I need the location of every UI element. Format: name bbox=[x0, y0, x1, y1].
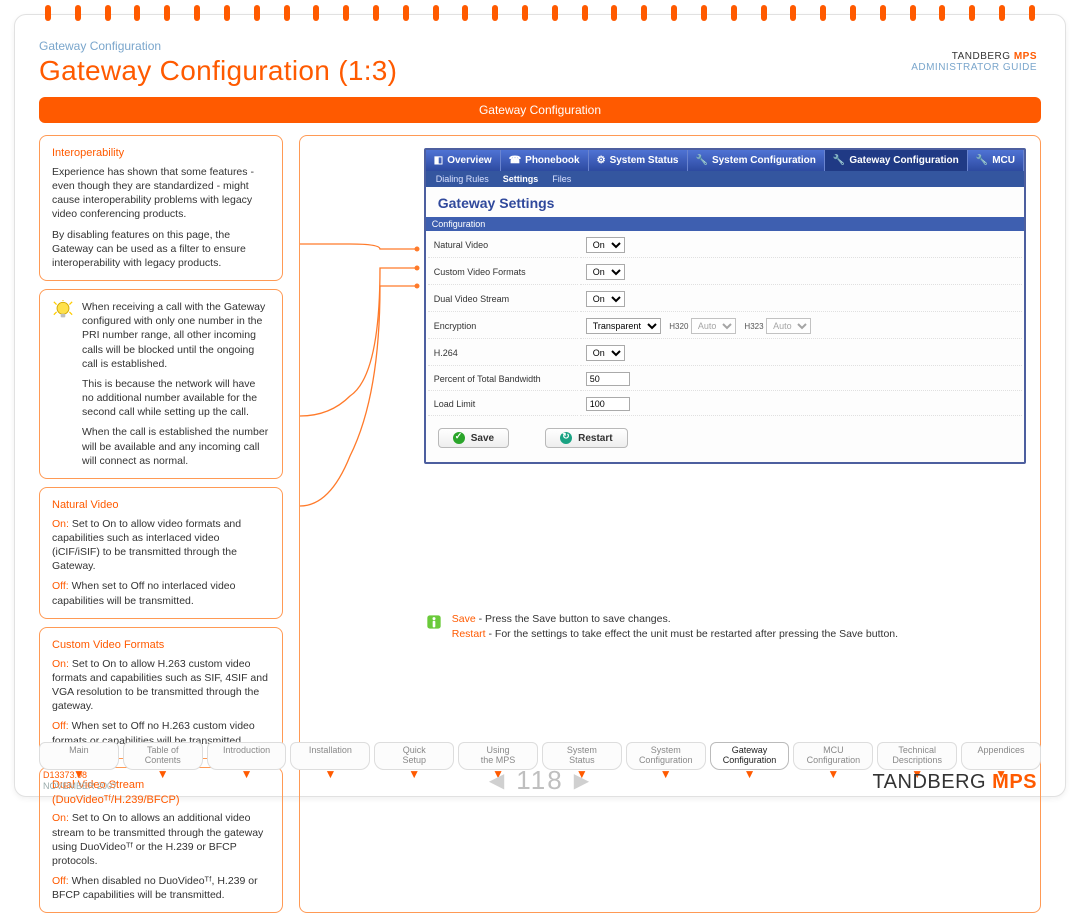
text-block: Off: When set to Off no interlaced video… bbox=[52, 579, 270, 607]
nav-system-config[interactable]: 🔧 System Configuration bbox=[688, 150, 825, 171]
save-icon bbox=[453, 432, 465, 444]
panel-interoperability: Interoperability Experience has shown th… bbox=[39, 135, 283, 281]
heading: Natural Video bbox=[52, 498, 270, 513]
bottom-tab[interactable]: Appendices▼ bbox=[961, 742, 1041, 770]
label: Percent of Total Bandwidth bbox=[428, 368, 578, 391]
panel-tip: When receiving a call with the Gateway c… bbox=[39, 289, 283, 479]
label: Natural Video bbox=[428, 233, 578, 258]
info-icon bbox=[424, 612, 444, 632]
prev-page-icon[interactable]: ◀ bbox=[489, 768, 506, 793]
doc-footer-id: D13373.08 NOVEMBER 2007 bbox=[43, 770, 117, 792]
row-custom-video: Custom Video Formats On bbox=[428, 260, 1022, 285]
label: Custom Video Formats bbox=[428, 260, 578, 285]
row-natural-video: Natural Video On bbox=[428, 233, 1022, 258]
page-number: ◀ 118 ▶ bbox=[489, 765, 591, 796]
ss-sub-nav: Dialing Rules Settings Files bbox=[426, 171, 1024, 187]
bottom-tab[interactable]: MCUConfiguration▼ bbox=[793, 742, 873, 770]
breadcrumb: Gateway Configuration bbox=[39, 39, 1041, 53]
bottom-tab[interactable]: Installation▼ bbox=[290, 742, 370, 770]
ss-title: Gateway Settings bbox=[426, 187, 1024, 217]
right-column: ◧ Overview ☎ Phonebook ⚙ System Status 🔧… bbox=[299, 135, 1041, 913]
label-h320: H320 bbox=[669, 322, 688, 331]
restart-icon bbox=[560, 432, 572, 444]
label: Dual Video Stream bbox=[428, 287, 578, 312]
bottom-tab[interactable]: SystemConfiguration▼ bbox=[626, 742, 706, 770]
subnav-dialing-rules[interactable]: Dialing Rules bbox=[436, 174, 489, 184]
row-h264: H.264 On bbox=[428, 341, 1022, 366]
heading-interoperability: Interoperability bbox=[52, 146, 270, 161]
row-percent-bandwidth: Percent of Total Bandwidth bbox=[428, 368, 1022, 391]
ss-button-row: Save Restart bbox=[426, 418, 1024, 462]
nav-overview[interactable]: ◧ Overview bbox=[426, 150, 501, 171]
page-title: Gateway Configuration (1:3) bbox=[39, 55, 1041, 87]
ss-config-table: Natural Video On Custom Video Formats On… bbox=[426, 231, 1024, 418]
caption-save: Save - Press the Save button to save cha… bbox=[452, 612, 898, 627]
restart-button[interactable]: Restart bbox=[545, 428, 627, 448]
bottom-tab[interactable]: QuickSetup▼ bbox=[374, 742, 454, 770]
body-columns: Interoperability Experience has shown th… bbox=[39, 135, 1041, 913]
label: Load Limit bbox=[428, 393, 578, 416]
select-h323[interactable]: Auto bbox=[766, 318, 811, 334]
nav-gateway-config[interactable]: 🔧 Gateway Configuration bbox=[825, 150, 968, 171]
label: Encryption bbox=[428, 314, 578, 339]
bottom-tab[interactable]: Table ofContents▼ bbox=[123, 742, 203, 770]
text-block: On: Set to On to allow H.263 custom vide… bbox=[52, 657, 270, 714]
caption-restart: Restart - For the settings to take effec… bbox=[452, 627, 898, 642]
select-natural-video[interactable]: On bbox=[586, 237, 625, 253]
select-h320[interactable]: Auto bbox=[691, 318, 736, 334]
brand-footer: TANDBERG MPS bbox=[872, 771, 1037, 794]
bottom-tab[interactable]: Main▼ bbox=[39, 742, 119, 770]
doc-brand-header: TANDBERG MPS ADMINISTRATOR GUIDE bbox=[911, 51, 1037, 73]
heading: Custom Video Formats bbox=[52, 638, 270, 653]
label: H.264 bbox=[428, 341, 578, 366]
nav-mcu[interactable]: 🔧 MCU bbox=[968, 150, 1024, 171]
text-block: When the call is established the number … bbox=[82, 425, 270, 468]
save-button[interactable]: Save bbox=[438, 428, 509, 448]
panel-custom-video: Custom Video Formats On: Set to On to al… bbox=[39, 627, 283, 759]
text-block: This is because the network will have no… bbox=[82, 377, 270, 420]
ss-top-nav: ◧ Overview ☎ Phonebook ⚙ System Status 🔧… bbox=[426, 150, 1024, 171]
row-dual-video: Dual Video Stream On bbox=[428, 287, 1022, 312]
ss-config-header: Configuration bbox=[426, 217, 1024, 231]
panel-natural-video: Natural Video On: Set to On to allow vid… bbox=[39, 487, 283, 619]
input-percent-bandwidth[interactable] bbox=[586, 372, 630, 386]
spiral-binding bbox=[45, 9, 1035, 25]
text-block: When receiving a call with the Gateway c… bbox=[82, 300, 270, 371]
text-block: On: Set to On to allow video formats and… bbox=[52, 517, 270, 574]
text-block: Experience has shown that some features … bbox=[52, 165, 270, 222]
subnav-files[interactable]: Files bbox=[552, 174, 571, 184]
select-h264[interactable]: On bbox=[586, 345, 625, 361]
row-encryption: Encryption Transparent H320 Auto H323 Au… bbox=[428, 314, 1022, 339]
row-load-limit: Load Limit bbox=[428, 393, 1022, 416]
left-column: Interoperability Experience has shown th… bbox=[39, 135, 283, 913]
select-custom-video[interactable]: On bbox=[586, 264, 625, 280]
select-dual-video[interactable]: On bbox=[586, 291, 625, 307]
nav-system-status[interactable]: ⚙ System Status bbox=[589, 150, 688, 171]
text-block: By disabling features on this page, the … bbox=[52, 228, 270, 271]
bottom-tab[interactable]: TechnicalDescriptions▼ bbox=[877, 742, 957, 770]
text-block: Off: When disabled no DuoVideoᵀᶠ, H.239 … bbox=[52, 874, 270, 902]
subnav-settings[interactable]: Settings bbox=[503, 174, 539, 184]
select-encryption[interactable]: Transparent bbox=[586, 318, 661, 334]
bottom-tab[interactable]: GatewayConfiguration▼ bbox=[710, 742, 790, 770]
text-block: On: Set to On to allows an additional vi… bbox=[52, 811, 270, 868]
lightbulb-icon bbox=[52, 300, 74, 322]
section-bar: Gateway Configuration bbox=[39, 97, 1041, 123]
gateway-settings-screenshot: ◧ Overview ☎ Phonebook ⚙ System Status 🔧… bbox=[424, 148, 1026, 464]
input-load-limit[interactable] bbox=[586, 397, 630, 411]
caption-area: Save - Press the Save button to save cha… bbox=[424, 612, 1026, 641]
next-page-icon[interactable]: ▶ bbox=[574, 768, 591, 793]
connector-lines bbox=[300, 136, 440, 536]
bottom-tab[interactable]: Introduction▼ bbox=[207, 742, 287, 770]
nav-phonebook[interactable]: ☎ Phonebook bbox=[501, 150, 589, 171]
label-h323: H323 bbox=[744, 322, 763, 331]
page-card: Gateway Configuration Gateway Configurat… bbox=[14, 14, 1066, 797]
